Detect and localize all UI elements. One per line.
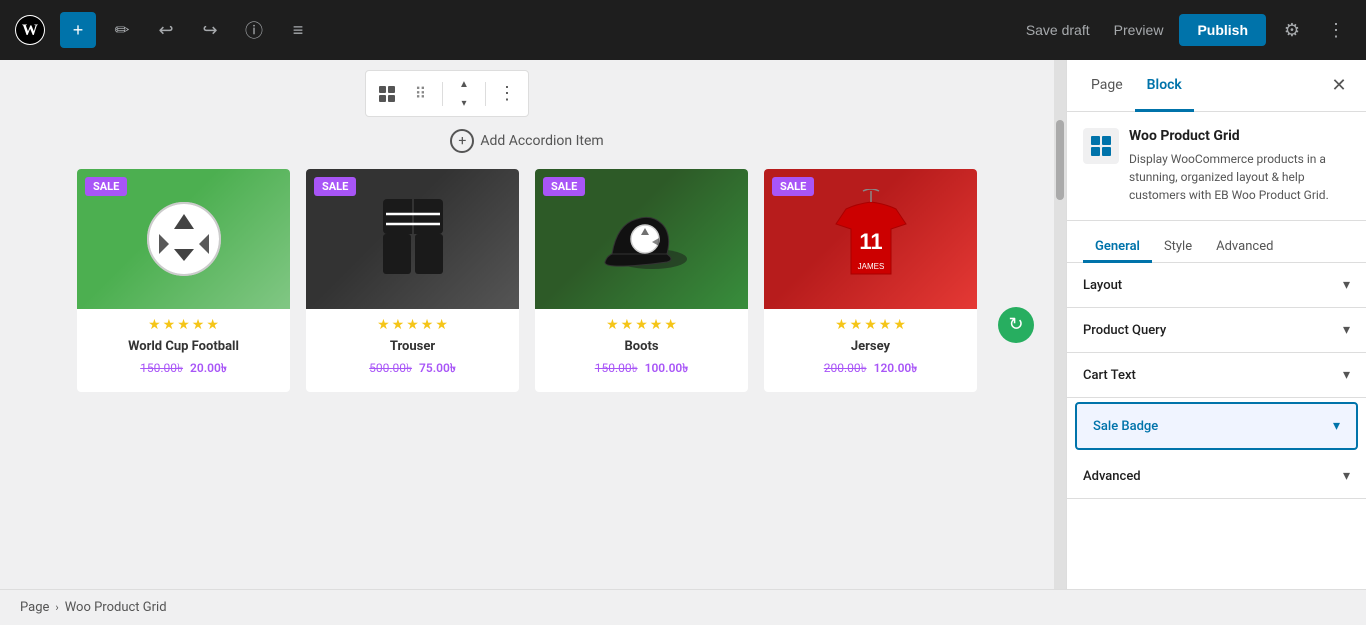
product-name: Trouser <box>306 337 519 360</box>
accordion-label: Advanced <box>1083 469 1343 484</box>
accordion-sale-badge[interactable]: Sale Badge ▾ <box>1075 402 1358 450</box>
accordion-cart-text[interactable]: Cart Text ▾ <box>1067 353 1366 398</box>
more-block-options-button[interactable]: ⋮ <box>492 79 522 109</box>
wp-logo[interactable]: W <box>12 12 48 48</box>
publish-button[interactable]: Publish <box>1179 14 1266 46</box>
drag-handle-button[interactable]: ⠿ <box>406 79 436 109</box>
chevron-down-icon: ▾ <box>1343 277 1350 293</box>
star-rating: ★ ★ ★ ★ ★ <box>306 309 519 337</box>
preview-button[interactable]: Preview <box>1106 22 1172 38</box>
product-card: SALE ★ ★ ★ <box>535 169 748 392</box>
refresh-indicator: ↻ <box>998 307 1034 343</box>
product-price: 150.00৳ 100.00৳ <box>535 360 748 380</box>
block-icon-image <box>1083 128 1119 164</box>
new-price: 75.00৳ <box>419 361 456 375</box>
product-card: SALE ★ ★ ★ ★ <box>306 169 519 392</box>
product-card: SALE ★ ★ ★ ★ <box>77 169 290 392</box>
tab-page[interactable]: Page <box>1079 61 1135 112</box>
star-rating: ★ ★ ★ ★ ★ <box>535 309 748 337</box>
product-name: Boots <box>535 337 748 360</box>
new-price: 100.00৳ <box>645 361 689 375</box>
scroll-thumb[interactable] <box>1056 120 1064 200</box>
old-price: 150.00৳ <box>595 361 638 375</box>
breadcrumb-separator: › <box>55 601 58 614</box>
move-down-button[interactable]: ▾ <box>449 94 479 112</box>
new-price: 120.00৳ <box>874 361 918 375</box>
add-accordion-area: + Add Accordion Item <box>20 129 1034 153</box>
star-rating: ★ ★ ★ ★ ★ <box>764 309 977 337</box>
info-button[interactable]: ⓘ <box>236 12 272 48</box>
breadcrumb-page: Page <box>20 600 49 615</box>
breadcrumb: Page › Woo Product Grid <box>0 589 1366 625</box>
save-draft-button[interactable]: Save draft <box>1018 22 1098 38</box>
settings-gear-button[interactable]: ⚙ <box>1274 12 1310 48</box>
svg-text:JAMES: JAMES <box>857 262 884 271</box>
block-toolbar: ⠿ ▲ ▾ ⋮ <box>365 70 529 117</box>
main-area: ⠿ ▲ ▾ ⋮ + Add Accordion Item SALE <box>0 60 1366 589</box>
sale-badge: SALE <box>314 177 356 196</box>
topbar: W + ✏ ↩ ↪ ⓘ ≡ Save draft Preview Publish… <box>0 0 1366 60</box>
panel-tabs: Page Block ✕ <box>1067 60 1366 112</box>
old-price: 500.00৳ <box>369 361 412 375</box>
chevron-down-icon: ▾ <box>1343 322 1350 338</box>
svg-text:W: W <box>22 22 38 39</box>
sale-badge: SALE <box>772 177 814 196</box>
svg-text:11: 11 <box>859 229 882 254</box>
old-price: 200.00৳ <box>824 361 867 375</box>
accordion-label: Product Query <box>1083 323 1343 338</box>
more-options-button[interactable]: ⋮ <box>1318 12 1354 48</box>
new-price: 20.00৳ <box>190 361 227 375</box>
grid-view-toolbar-button[interactable] <box>372 79 402 109</box>
product-price: 200.00৳ 120.00৳ <box>764 360 977 380</box>
star-rating: ★ ★ ★ ★ ★ <box>77 309 290 337</box>
tab-general[interactable]: General <box>1083 233 1152 263</box>
panel-close-button[interactable]: ✕ <box>1324 71 1354 101</box>
editor-scrollbar[interactable] <box>1054 60 1066 589</box>
right-panel: Page Block ✕ Woo Product Grid Display Wo… <box>1066 60 1366 589</box>
undo-button[interactable]: ↩ <box>148 12 184 48</box>
chevron-down-icon: ▾ <box>1333 418 1340 434</box>
block-info: Woo Product Grid Display WooCommerce pro… <box>1067 112 1366 221</box>
block-info-desc: Display WooCommerce products in a stunni… <box>1129 150 1350 204</box>
product-price: 150.00৳ 20.00৳ <box>77 360 290 380</box>
products-grid: SALE ★ ★ ★ ★ <box>77 169 977 392</box>
add-icon: + <box>450 129 474 153</box>
sale-badge: SALE <box>85 177 127 196</box>
product-card: SALE 11 JAMES ★ ★ ★ ★ <box>764 169 977 392</box>
accordion-advanced[interactable]: Advanced ▾ <box>1067 454 1366 499</box>
product-price: 500.00৳ 75.00৳ <box>306 360 519 380</box>
chevron-down-icon: ▾ <box>1343 468 1350 484</box>
chevron-down-icon: ▾ <box>1343 367 1350 383</box>
editor-area: ⠿ ▲ ▾ ⋮ + Add Accordion Item SALE <box>0 60 1054 589</box>
add-block-button[interactable]: + <box>60 12 96 48</box>
accordion-layout[interactable]: Layout ▾ <box>1067 263 1366 308</box>
accordion-label: Sale Badge <box>1093 419 1333 434</box>
sale-badge: SALE <box>543 177 585 196</box>
toolbar-divider <box>442 82 443 106</box>
inner-tabs: General Style Advanced <box>1067 221 1366 263</box>
toolbar-divider-2 <box>485 82 486 106</box>
tab-advanced[interactable]: Advanced <box>1204 233 1285 263</box>
accordion-list: Layout ▾ Product Query ▾ Cart Text ▾ Sal… <box>1067 263 1366 589</box>
tab-style[interactable]: Style <box>1152 233 1204 263</box>
list-view-button[interactable]: ≡ <box>280 12 316 48</box>
old-price: 150.00৳ <box>140 361 183 375</box>
accordion-label: Layout <box>1083 278 1343 293</box>
product-name: Jersey <box>764 337 977 360</box>
breadcrumb-current: Woo Product Grid <box>65 600 167 615</box>
redo-button[interactable]: ↪ <box>192 12 228 48</box>
drag-icon: ⠿ <box>415 84 428 104</box>
add-accordion-label: Add Accordion Item <box>480 133 603 149</box>
edit-icon[interactable]: ✏ <box>104 12 140 48</box>
block-info-title: Woo Product Grid <box>1129 128 1350 144</box>
tab-block[interactable]: Block <box>1135 61 1194 112</box>
accordion-product-query[interactable]: Product Query ▾ <box>1067 308 1366 353</box>
move-up-button[interactable]: ▲ <box>449 75 479 93</box>
accordion-label: Cart Text <box>1083 368 1343 383</box>
product-name: World Cup Football <box>77 337 290 360</box>
